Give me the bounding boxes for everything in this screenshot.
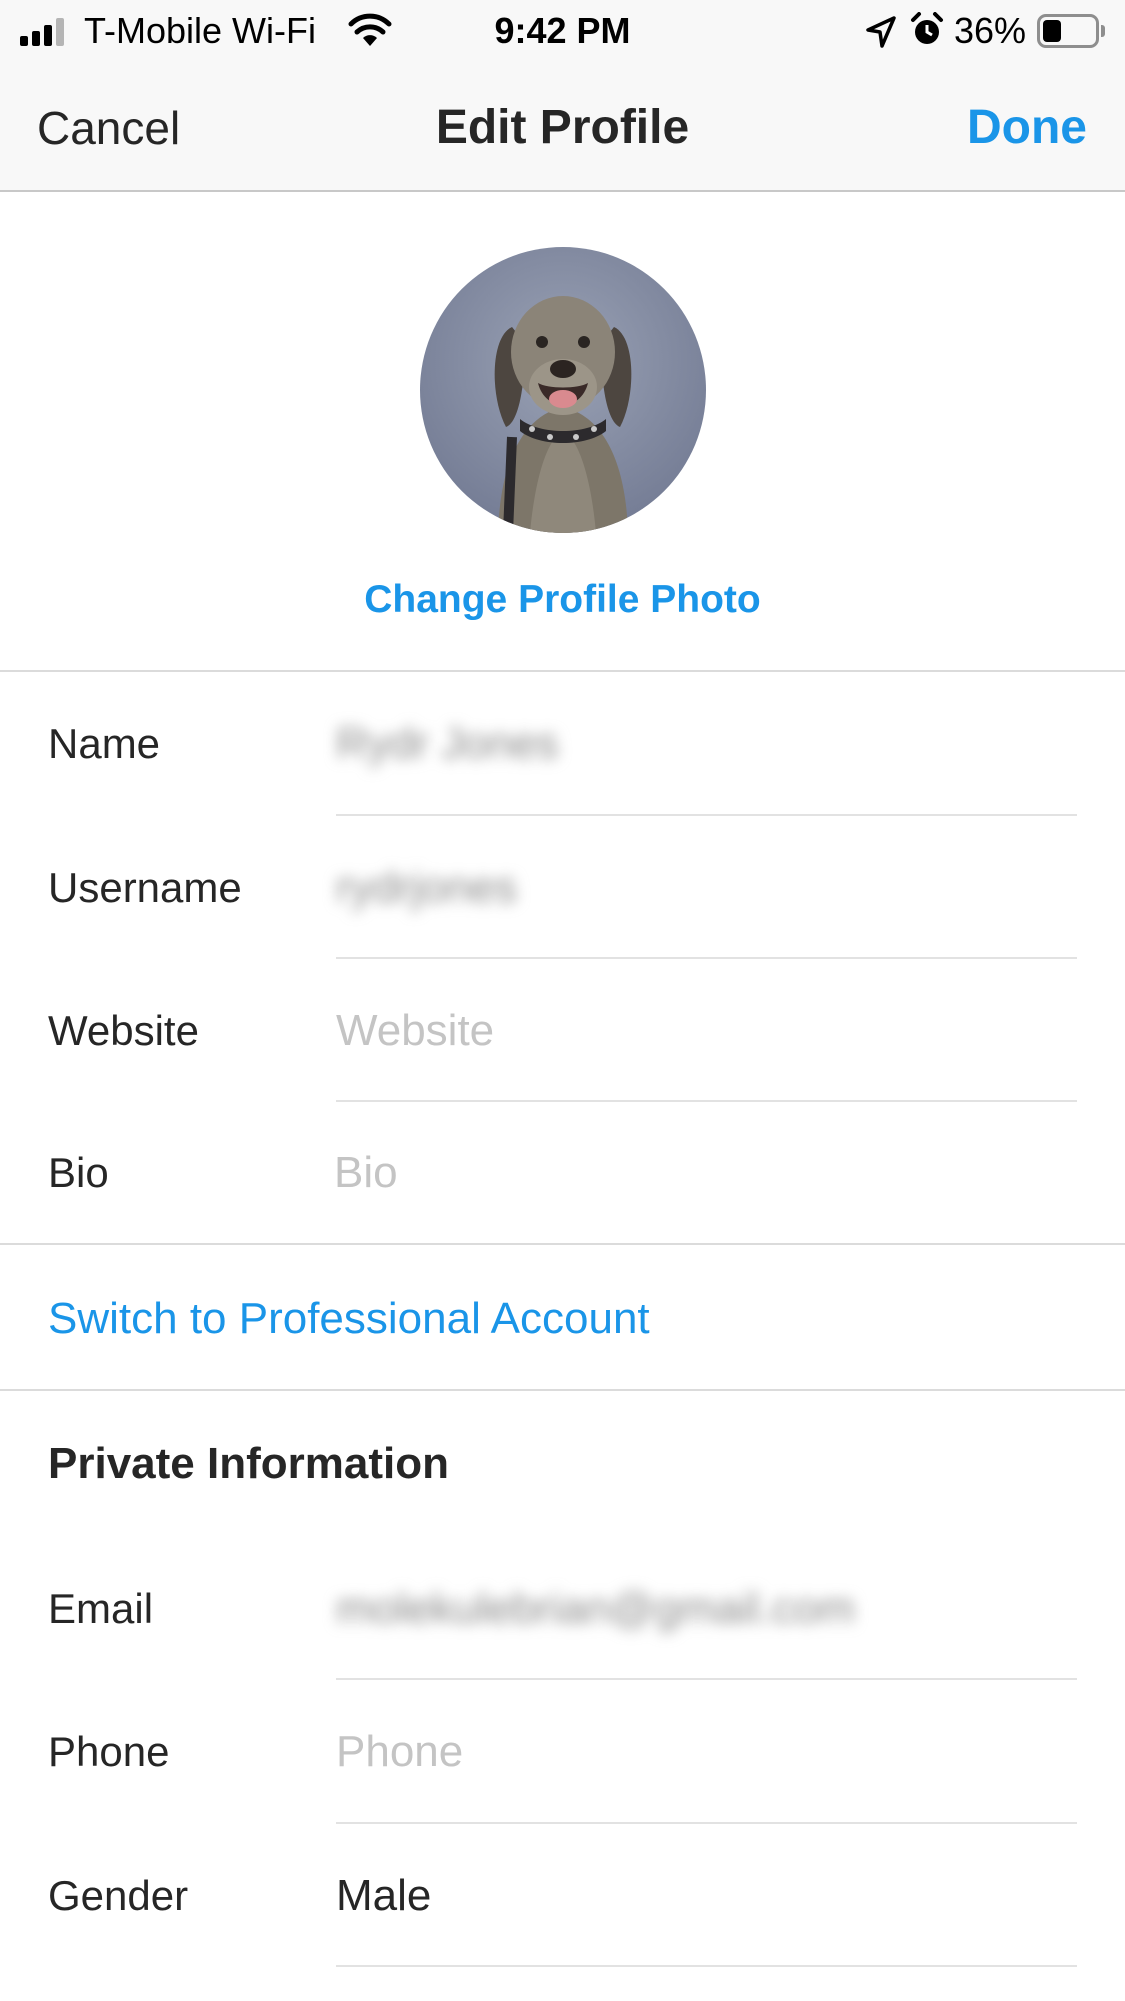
row-separator	[336, 814, 1077, 816]
website-field[interactable]: Website	[336, 1005, 494, 1057]
divider	[0, 670, 1125, 672]
name-label: Name	[48, 720, 161, 767]
row-separator	[336, 1678, 1077, 1680]
battery-icon	[1037, 14, 1099, 48]
username-field[interactable]: rydrjones	[336, 862, 517, 914]
gender-label: Gender	[48, 1872, 189, 1919]
divider	[0, 1389, 1125, 1391]
email-field[interactable]: molekulebrian@gmail.com	[336, 1583, 855, 1635]
row-separator	[336, 957, 1077, 959]
row-separator	[336, 1822, 1077, 1824]
gender-field[interactable]: Male	[336, 1870, 431, 1922]
bio-label: Bio	[48, 1149, 109, 1196]
battery-cap	[1101, 25, 1105, 37]
name-field[interactable]: Rydr Jones	[336, 718, 559, 770]
dog-photo	[420, 247, 706, 533]
alarm-clock-icon	[911, 12, 943, 44]
switch-professional-account-link[interactable]: Switch to Professional Account	[48, 1292, 650, 1346]
private-info-title: Private Information	[48, 1439, 449, 1488]
row-separator	[336, 1100, 1077, 1102]
divider	[0, 1243, 1125, 1245]
row-separator	[336, 1965, 1077, 1967]
done-button[interactable]: Done	[967, 100, 1087, 156]
location-arrow-icon	[866, 16, 896, 48]
cancel-button[interactable]: Cancel	[37, 100, 180, 156]
bio-field[interactable]: Bio	[334, 1147, 398, 1199]
status-bar: T-Mobile Wi-Fi 9:42 PM 36%	[0, 0, 1125, 64]
username-label: Username	[48, 864, 242, 911]
website-label: Website	[48, 1007, 199, 1054]
nav-bar: Edit Profile Cancel Done	[0, 64, 1125, 192]
phone-label: Phone	[48, 1728, 170, 1775]
profile-avatar[interactable]	[420, 247, 706, 533]
email-label: Email	[48, 1585, 154, 1632]
battery-percent: 36%	[954, 10, 1027, 51]
change-profile-photo-link[interactable]: Change Profile Photo	[0, 576, 1125, 624]
phone-field[interactable]: Phone	[336, 1726, 463, 1778]
